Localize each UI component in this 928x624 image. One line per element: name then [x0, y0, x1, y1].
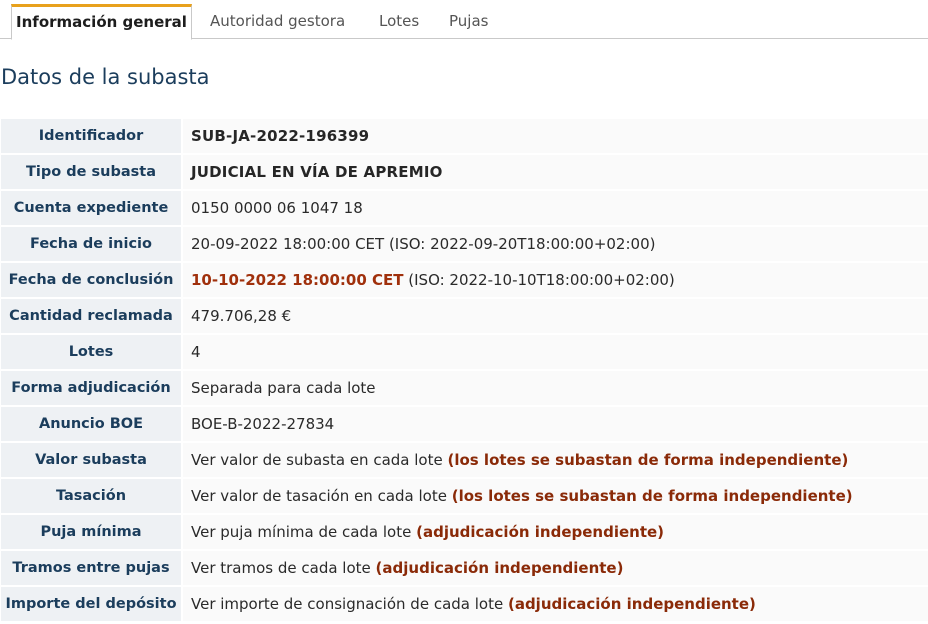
tab-bar: Información general Autoridad gestora Lo…	[0, 0, 928, 40]
tasacion-text: Ver valor de tasación en cada lote	[191, 487, 452, 505]
table-row: Cuenta expediente 0150 0000 06 1047 18	[1, 191, 928, 225]
tab-pujas[interactable]: Pujas	[449, 4, 488, 39]
row-label: Forma adjudicación	[1, 371, 181, 405]
puja-minima-note: (adjudicación independiente)	[416, 523, 665, 541]
row-label: Cuenta expediente	[1, 191, 181, 225]
valor-note: (los lotes se subastan de forma independ…	[447, 451, 849, 469]
row-value: Ver valor de tasación en cada lote (los …	[181, 479, 928, 513]
row-label: Fecha de conclusión	[1, 263, 181, 297]
row-label: Anuncio BOE	[1, 407, 181, 441]
valor-text: Ver valor de subasta en cada lote	[191, 451, 448, 469]
row-value: 0150 0000 06 1047 18	[181, 191, 928, 225]
row-value: JUDICIAL EN VÍA DE APREMIO	[181, 155, 928, 189]
auction-details-table: Identificador SUB-JA-2022-196399 Tipo de…	[1, 117, 928, 623]
table-row: Identificador SUB-JA-2022-196399	[1, 119, 928, 153]
table-row: Importe del depósito Ver importe de cons…	[1, 587, 928, 621]
tipo-value: JUDICIAL EN VÍA DE APREMIO	[191, 163, 443, 181]
conclusion-date: 10-10-2022 18:00:00 CET	[191, 271, 404, 289]
row-label: Tramos entre pujas	[1, 551, 181, 585]
deposito-text: Ver importe de consignación de cada lote	[191, 595, 508, 613]
row-label: Fecha de inicio	[1, 227, 181, 261]
row-label: Tipo de subasta	[1, 155, 181, 189]
row-value: SUB-JA-2022-196399	[181, 119, 928, 153]
row-value: 20-09-2022 18:00:00 CET (ISO: 2022-09-20…	[181, 227, 928, 261]
tab-autoridad-gestora[interactable]: Autoridad gestora	[210, 4, 345, 39]
row-value: 10-10-2022 18:00:00 CET (ISO: 2022-10-10…	[181, 263, 928, 297]
tramos-note: (adjudicación independiente)	[375, 559, 624, 577]
table-row: Tramos entre pujas Ver tramos de cada lo…	[1, 551, 928, 585]
table-row: Lotes 4	[1, 335, 928, 369]
row-value: Ver importe de consignación de cada lote…	[181, 587, 928, 621]
tab-informacion-general[interactable]: Información general	[11, 4, 192, 40]
table-row: Tipo de subasta JUDICIAL EN VÍA DE APREM…	[1, 155, 928, 189]
row-label: Puja mínima	[1, 515, 181, 549]
row-value: 479.706,28 €	[181, 299, 928, 333]
row-value: BOE-B-2022-27834	[181, 407, 928, 441]
row-value: Ver tramos de cada lote (adjudicación in…	[181, 551, 928, 585]
conclusion-iso: (ISO: 2022-10-10T18:00:00+02:00)	[403, 271, 675, 289]
table-row: Anuncio BOE BOE-B-2022-27834	[1, 407, 928, 441]
row-label: Identificador	[1, 119, 181, 153]
tramos-text: Ver tramos de cada lote	[191, 559, 376, 577]
identificador-value: SUB-JA-2022-196399	[191, 127, 370, 145]
table-row: Fecha de inicio 20-09-2022 18:00:00 CET …	[1, 227, 928, 261]
table-row: Puja mínima Ver puja mínima de cada lote…	[1, 515, 928, 549]
row-value: 4	[181, 335, 928, 369]
row-label: Lotes	[1, 335, 181, 369]
row-value: Ver valor de subasta en cada lote (los l…	[181, 443, 928, 477]
table-row: Valor subasta Ver valor de subasta en ca…	[1, 443, 928, 477]
table-row: Forma adjudicación Separada para cada lo…	[1, 371, 928, 405]
deposito-note: (adjudicación independiente)	[507, 595, 756, 613]
row-label: Cantidad reclamada	[1, 299, 181, 333]
row-label: Importe del depósito	[1, 587, 181, 621]
table-row: Fecha de conclusión 10-10-2022 18:00:00 …	[1, 263, 928, 297]
table-row: Tasación Ver valor de tasación en cada l…	[1, 479, 928, 513]
row-label: Tasación	[1, 479, 181, 513]
row-label: Valor subasta	[1, 443, 181, 477]
tab-lotes[interactable]: Lotes	[379, 4, 419, 39]
page-title: Datos de la subasta	[1, 65, 210, 89]
puja-minima-text: Ver puja mínima de cada lote	[191, 523, 417, 541]
row-value: Ver puja mínima de cada lote (adjudicaci…	[181, 515, 928, 549]
table-row: Cantidad reclamada 479.706,28 €	[1, 299, 928, 333]
row-value: Separada para cada lote	[181, 371, 928, 405]
tasacion-note: (los lotes se subastan de forma independ…	[451, 487, 853, 505]
